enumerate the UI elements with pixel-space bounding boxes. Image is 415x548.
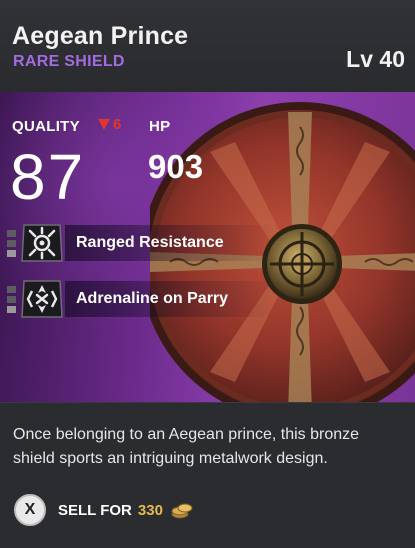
- item-hero-panel: QUALITY 6 HP 87 903 Ranged Resistance Ad…: [0, 92, 415, 402]
- ranged-resistance-icon: [21, 224, 63, 262]
- perk-tier-pips: [7, 223, 19, 263]
- perk-label: Ranged Resistance: [76, 234, 224, 251]
- perk-pip: [7, 229, 16, 237]
- item-level: Lv 40: [346, 46, 405, 72]
- item-header: Aegean Prince RARE SHIELD Lv 40: [0, 0, 415, 92]
- sell-price: 330: [137, 501, 163, 519]
- sell-label: SELL FOR: [58, 501, 132, 519]
- item-footer: Once belonging to an Aegean prince, this…: [0, 402, 415, 548]
- quality-value: 87: [10, 141, 86, 213]
- perk-pip: [7, 249, 16, 257]
- x-button-icon[interactable]: X: [14, 494, 46, 526]
- perk-pip: [7, 285, 16, 293]
- perk-ranged-resistance[interactable]: Ranged Resistance: [7, 223, 275, 263]
- item-card: Aegean Prince RARE SHIELD Lv 40 QUALITY …: [0, 0, 415, 548]
- item-description: Once belonging to an Aegean prince, this…: [13, 426, 360, 467]
- quality-change: 6: [98, 116, 121, 133]
- perk-pip: [7, 305, 16, 313]
- arrow-down-icon: [98, 119, 110, 130]
- quality-change-value: 6: [113, 116, 122, 133]
- perk-pip: [7, 239, 16, 247]
- coin-stack-icon: [171, 503, 193, 519]
- perk-adrenaline-on-parry[interactable]: Adrenaline on Parry: [7, 279, 275, 319]
- adrenaline-parry-icon: [21, 280, 63, 318]
- sell-action[interactable]: X SELL FOR 330: [14, 493, 193, 527]
- perk-label: Adrenaline on Parry: [76, 290, 229, 307]
- hp-value: 903: [148, 148, 204, 185]
- hp-label: HP: [149, 118, 171, 135]
- item-name: Aegean Prince: [12, 22, 189, 50]
- item-rarity-type: RARE SHIELD: [13, 53, 125, 70]
- perk-tier-pips: [7, 279, 19, 319]
- quality-label: QUALITY: [12, 118, 80, 135]
- perk-pip: [7, 295, 16, 303]
